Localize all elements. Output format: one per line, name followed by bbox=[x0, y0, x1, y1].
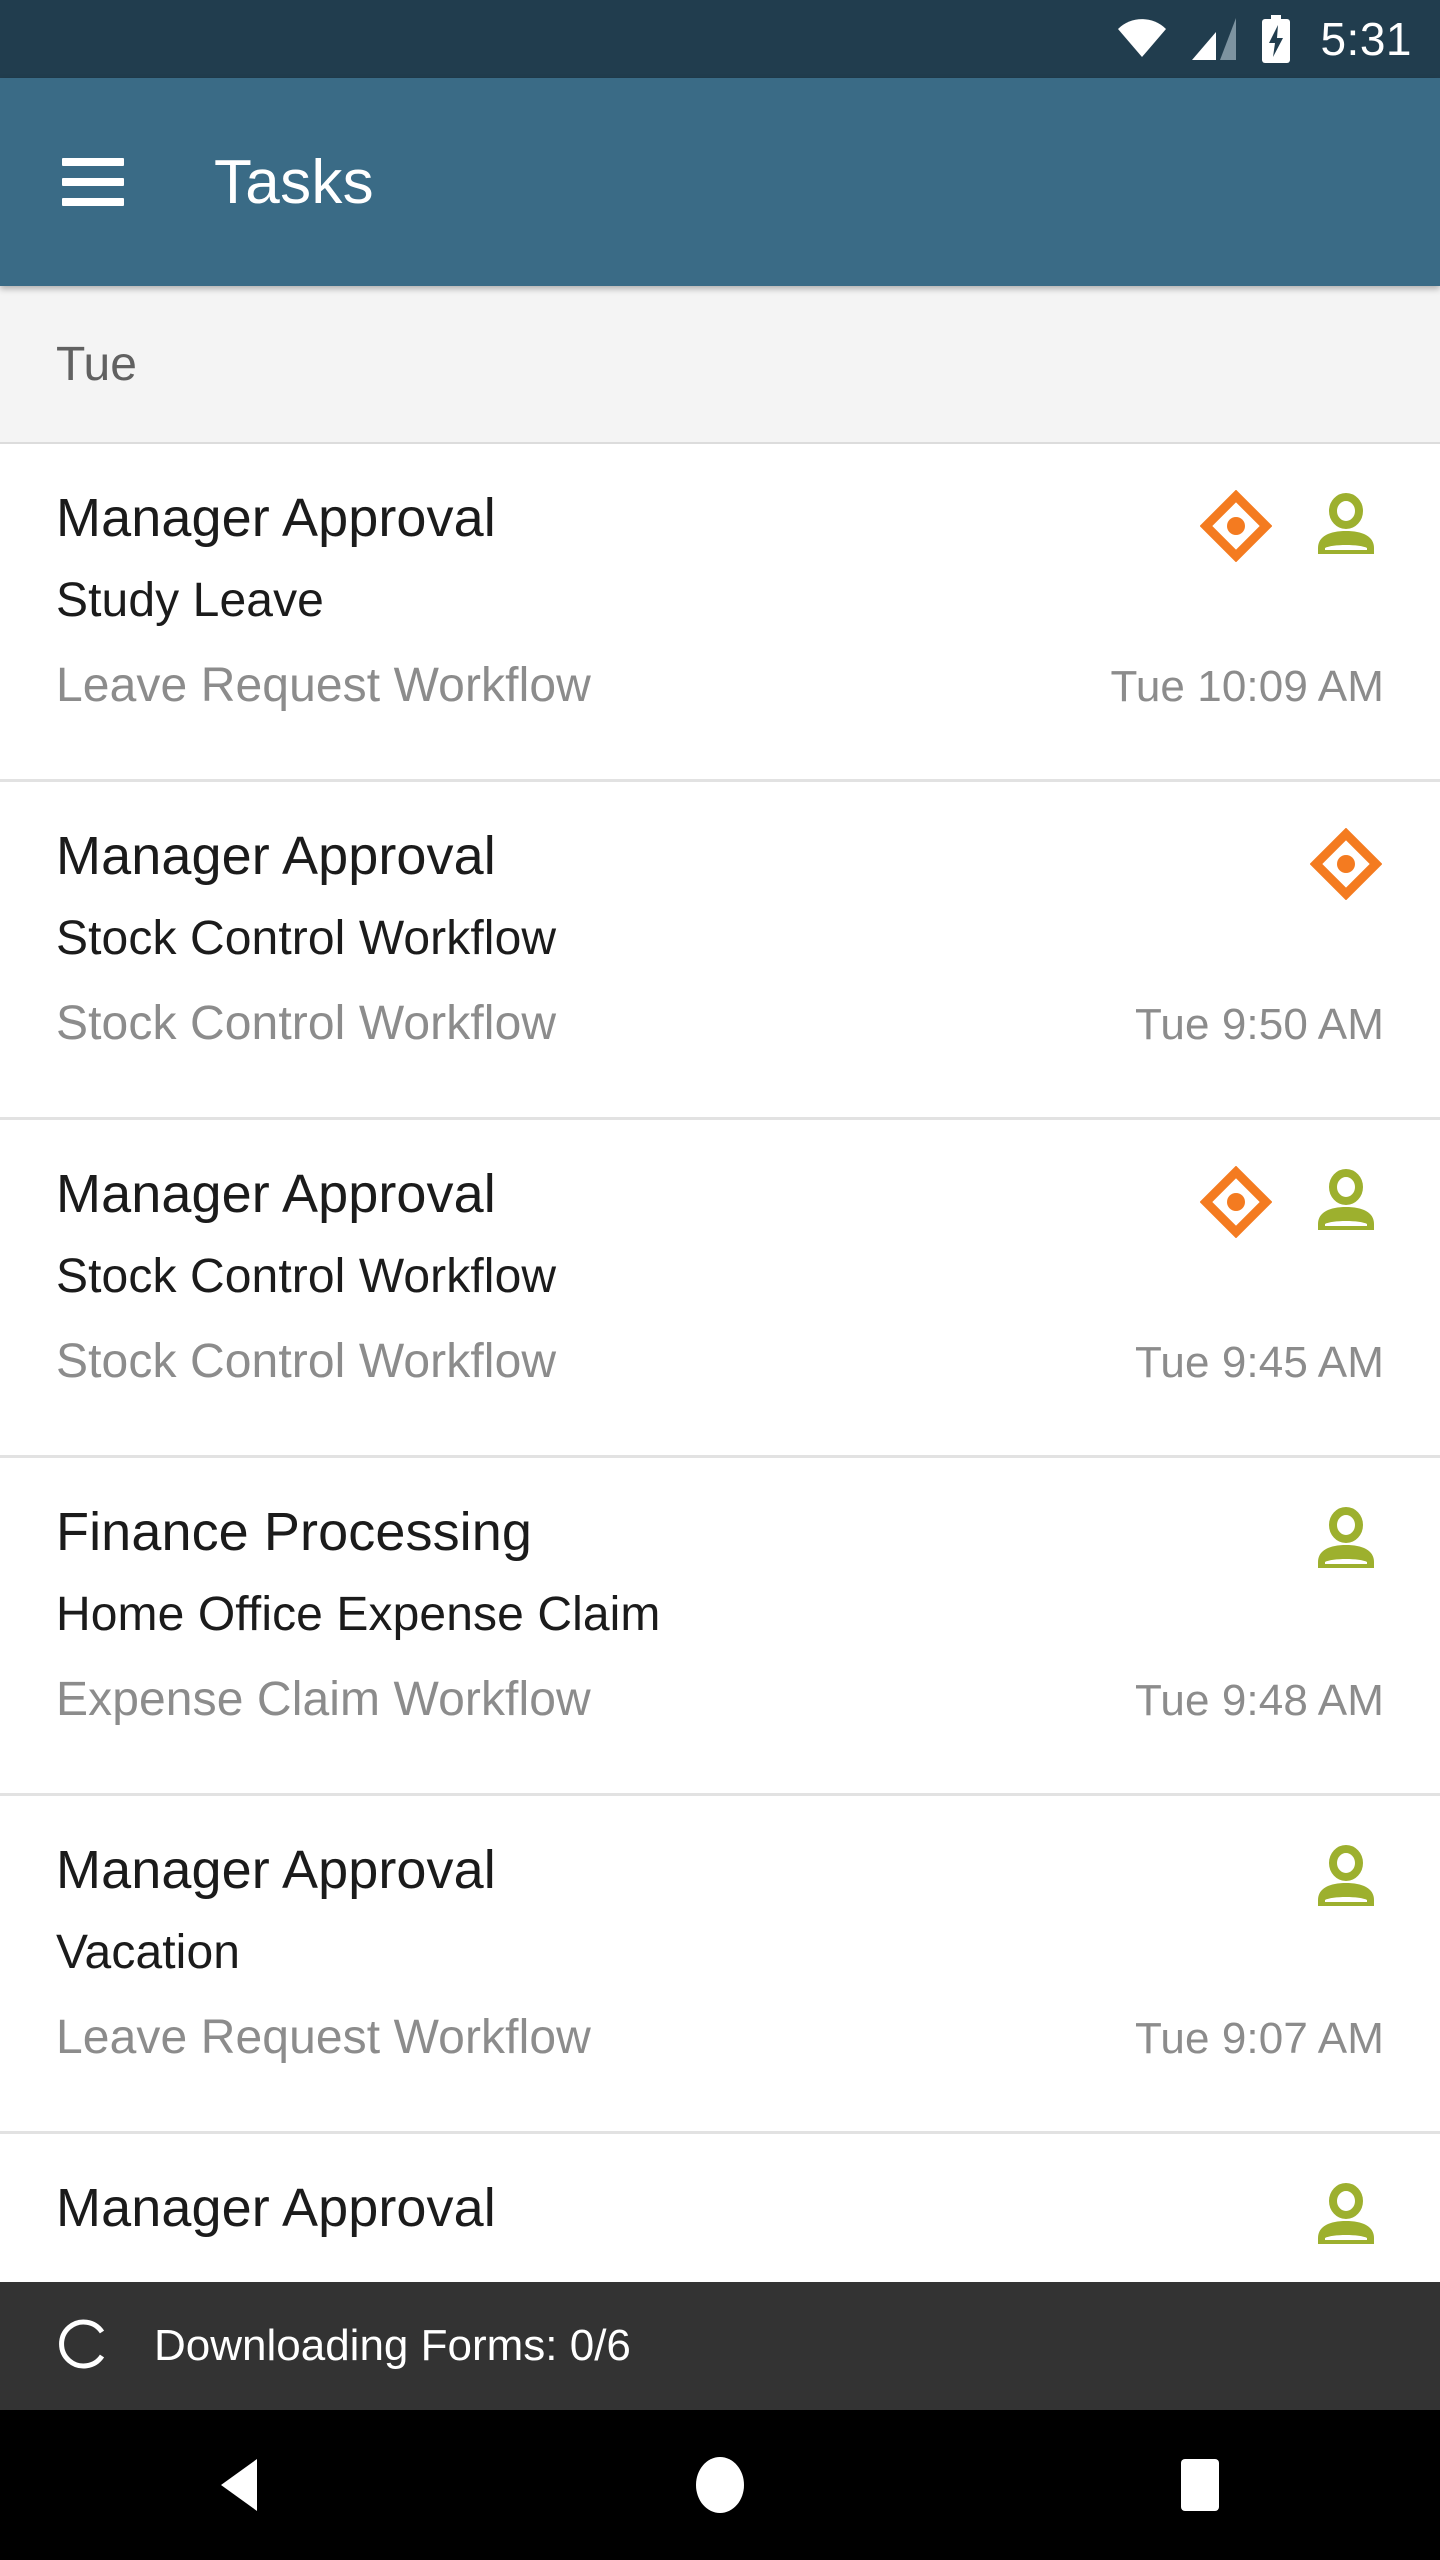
task-row-footer: Leave Request Workflow Tue 9:07 AM bbox=[56, 2010, 1384, 2065]
task-row-footer: Expense Claim Workflow Tue 9:48 AM bbox=[56, 1672, 1384, 1727]
status-bar-clock: 5:31 bbox=[1320, 13, 1412, 65]
assignee-person-icon[interactable] bbox=[1308, 488, 1384, 564]
task-row[interactable]: Manager Approval Study Leave Leave Request… bbox=[0, 444, 1440, 782]
loading-spinner-icon bbox=[56, 2316, 112, 2377]
task-row-icons bbox=[1308, 1840, 1384, 1916]
android-navigation-bar bbox=[0, 2410, 1440, 2560]
task-title: Manager Approval bbox=[56, 488, 496, 548]
download-status-snackbar: Downloading Forms: 0/6 bbox=[0, 2282, 1440, 2410]
cellular-signal-icon bbox=[1190, 18, 1238, 60]
task-subtitle: Home Office Expense Claim bbox=[56, 1588, 661, 1642]
task-row[interactable]: Manager Approval Stock Control Workflow St… bbox=[0, 1120, 1440, 1458]
task-row-icons bbox=[1198, 1164, 1384, 1240]
task-list[interactable]: Manager Approval Study Leave Leave Request… bbox=[0, 444, 1440, 2560]
date-section-label: Tue bbox=[56, 337, 137, 391]
task-row-footer: Stock Control Workflow Tue 9:50 AM bbox=[56, 996, 1384, 1051]
task-subtitle: Study Leave bbox=[56, 574, 324, 628]
task-timestamp: Tue 9:45 AM bbox=[1135, 1338, 1384, 1388]
assignee-person-icon[interactable] bbox=[1308, 1164, 1384, 1240]
page-title: Tasks bbox=[214, 147, 374, 217]
task-title: Manager Approval bbox=[56, 826, 496, 886]
task-row[interactable]: Manager Approval Stock Control Workflow St… bbox=[0, 782, 1440, 1120]
task-row-footer: Stock Control Workflow Tue 9:45 AM bbox=[56, 1334, 1384, 1389]
battery-charging-icon bbox=[1260, 15, 1292, 63]
task-title: Manager Approval bbox=[56, 1164, 496, 1224]
task-row[interactable]: Manager Approval bbox=[0, 2134, 1440, 2244]
task-row[interactable]: Finance Processing Home Office Expense Cl… bbox=[0, 1458, 1440, 1796]
task-subtitle: Stock Control Workflow bbox=[56, 912, 557, 966]
home-icon[interactable] bbox=[620, 2410, 820, 2560]
task-row-icons bbox=[1308, 2178, 1384, 2254]
task-timestamp: Tue 10:09 AM bbox=[1110, 662, 1384, 712]
app-toolbar: Tasks bbox=[0, 78, 1440, 286]
task-workflow-name: Leave Request Workflow bbox=[56, 2011, 591, 2065]
assignee-person-icon[interactable] bbox=[1308, 1840, 1384, 1916]
task-subtitle: Stock Control Workflow bbox=[56, 1250, 557, 1304]
task-workflow-name: Expense Claim Workflow bbox=[56, 1673, 591, 1727]
task-row-icons bbox=[1308, 1502, 1384, 1578]
status-bar: 5:31 bbox=[0, 0, 1440, 78]
task-workflow-name: Leave Request Workflow bbox=[56, 659, 591, 713]
menu-bar-1 bbox=[62, 158, 124, 166]
task-row-icons bbox=[1308, 826, 1384, 902]
task-timestamp: Tue 9:48 AM bbox=[1135, 1676, 1384, 1726]
hamburger-menu-icon[interactable] bbox=[62, 158, 124, 206]
menu-bar-2 bbox=[62, 178, 124, 186]
task-title: Manager Approval bbox=[56, 1840, 496, 1900]
download-status-text: Downloading Forms: 0/6 bbox=[154, 2321, 631, 2370]
task-workflow-name: Stock Control Workflow bbox=[56, 997, 557, 1051]
back-icon[interactable] bbox=[140, 2410, 340, 2560]
task-workflow-name: Stock Control Workflow bbox=[56, 1335, 557, 1389]
task-timestamp: Tue 9:50 AM bbox=[1135, 1000, 1384, 1050]
assignee-person-icon[interactable] bbox=[1308, 2178, 1384, 2254]
priority-diamond-icon[interactable] bbox=[1198, 1164, 1274, 1240]
task-title: Manager Approval bbox=[56, 2178, 496, 2238]
task-row-icons bbox=[1198, 488, 1384, 564]
assignee-person-icon[interactable] bbox=[1308, 1502, 1384, 1578]
date-section-header: Tue bbox=[0, 286, 1440, 444]
priority-diamond-icon[interactable] bbox=[1308, 826, 1384, 902]
task-subtitle: Vacation bbox=[56, 1926, 241, 1980]
priority-diamond-icon[interactable] bbox=[1198, 488, 1274, 564]
app-screen: 5:31 Tasks Tue Manager Approval Study Lea… bbox=[0, 0, 1440, 2560]
wifi-icon bbox=[1116, 19, 1168, 59]
task-title: Finance Processing bbox=[56, 1502, 533, 1562]
task-timestamp: Tue 9:07 AM bbox=[1135, 2014, 1384, 2064]
task-row-footer: Leave Request Workflow Tue 10:09 AM bbox=[56, 658, 1384, 713]
menu-bar-3 bbox=[62, 198, 124, 206]
task-row[interactable]: Manager Approval Vacation Leave Request Wo… bbox=[0, 1796, 1440, 2134]
recents-icon[interactable] bbox=[1100, 2410, 1300, 2560]
